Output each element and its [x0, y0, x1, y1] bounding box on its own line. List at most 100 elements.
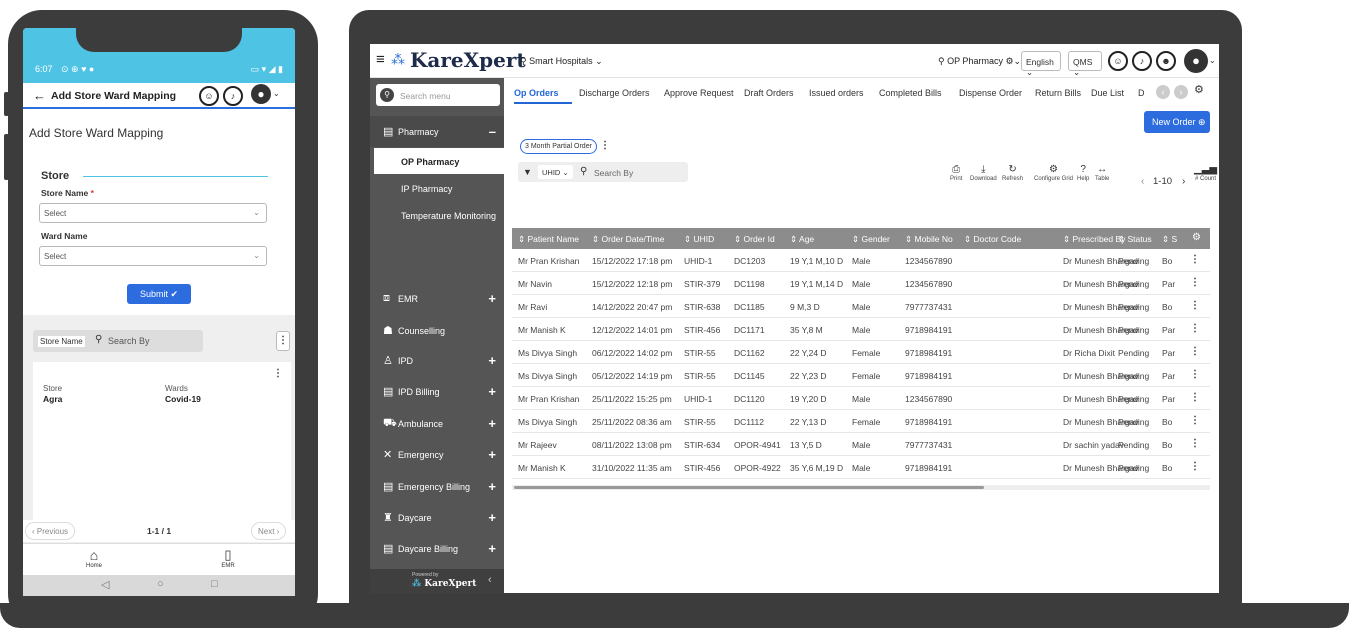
- card-menu-icon[interactable]: ⋮: [273, 368, 283, 379]
- tool-table[interactable]: ↔ Table: [1095, 164, 1109, 182]
- filter-chip[interactable]: 3 Month Partial Order: [520, 139, 597, 154]
- tool-configure-grid[interactable]: ⚙ Configure Grid: [1034, 164, 1073, 182]
- table-row[interactable]: Mr Rajeev 08/11/2022 13:08 pm STIR-634 OPOR…: [512, 433, 1210, 456]
- submenu-item-ip-pharmacy[interactable]: IP Pharmacy: [374, 175, 504, 201]
- sidebar-item-emergency-billing[interactable]: ▤ Emergency Billing +: [370, 471, 504, 502]
- tab-return-bills[interactable]: Return Bills: [1035, 88, 1081, 98]
- sidebar-item-pharmacy[interactable]: ▤ Pharmacy –: [370, 116, 504, 147]
- new-order-button[interactable]: New Order ⊕: [1144, 111, 1210, 133]
- hospital-selector[interactable]: ⚲ Smart Hospitals ⌄: [520, 56, 603, 67]
- column-header-status[interactable]: ⇕ Status: [1118, 234, 1152, 245]
- submit-button[interactable]: Submit ✔: [127, 284, 191, 304]
- sidebar-item-daycare[interactable]: ♜ Daycare +: [370, 502, 504, 533]
- language-select[interactable]: English ⌄: [1021, 51, 1061, 77]
- row-menu-icon[interactable]: ⋮: [1190, 369, 1200, 380]
- sidebar-item-emr[interactable]: ⧈ EMR +: [370, 283, 504, 314]
- hamburger-menu-icon[interactable]: ≡: [376, 51, 385, 68]
- table-row[interactable]: Mr Ravi 14/12/2022 20:47 pm STIR-638 DC1185…: [512, 295, 1210, 318]
- search-menu[interactable]: ⚲ Search menu: [376, 84, 500, 106]
- chevron-down-icon[interactable]: ⌄: [273, 89, 280, 98]
- column-header-order-id[interactable]: ⇕ Order Id: [734, 234, 775, 245]
- nav-emr[interactable]: ▯ EMR: [213, 547, 243, 569]
- user-avatar-icon[interactable]: ●: [251, 84, 271, 104]
- tab-due-list[interactable]: Due List: [1091, 88, 1124, 98]
- search-menu-input[interactable]: Search menu: [400, 91, 451, 101]
- search-bar[interactable]: Store Name ⚲ Search By: [33, 330, 203, 352]
- page-next-icon[interactable]: ›: [1182, 176, 1185, 187]
- page-prev-icon[interactable]: ‹: [1141, 176, 1144, 187]
- grid-settings-gear-icon[interactable]: ⚙: [1192, 232, 1201, 243]
- tab-completed-bills[interactable]: Completed Bills: [879, 88, 942, 98]
- submenu-item-temperature-monitoring[interactable]: Temperature Monitoring: [374, 202, 504, 228]
- tab-draft-orders[interactable]: Draft Orders: [744, 88, 794, 98]
- table-row[interactable]: Ms Divya Singh 05/12/2022 14:19 pm STIR-55…: [512, 364, 1210, 387]
- sidebar-item-ipd-billing[interactable]: ▤ IPD Billing +: [370, 376, 504, 407]
- submenu-item-op-pharmacy[interactable]: OP Pharmacy: [374, 148, 504, 174]
- location-selector[interactable]: ⚲ OP Pharmacy ⚙⌄: [938, 56, 1021, 67]
- row-menu-icon[interactable]: ⋮: [1190, 254, 1200, 265]
- tool-refresh[interactable]: ↻ Refresh: [1002, 164, 1023, 182]
- search-filter-field[interactable]: Store Name: [38, 336, 85, 347]
- row-menu-icon[interactable]: ⋮: [1190, 392, 1200, 403]
- row-menu-icon[interactable]: ⋮: [1190, 438, 1200, 449]
- tab-discharge-orders[interactable]: Discharge Orders: [579, 88, 650, 98]
- tab-d[interactable]: D: [1138, 88, 1145, 98]
- table-row[interactable]: Mr Manish K 12/12/2022 14:01 pm STIR-456 DC…: [512, 318, 1210, 341]
- column-header-gender[interactable]: ⇕ Gender: [852, 234, 890, 245]
- count-tool[interactable]: ▁▃▅ # Count: [1194, 164, 1217, 182]
- column-header-s[interactable]: ⇕ S: [1162, 234, 1177, 245]
- row-menu-icon[interactable]: ⋮: [1190, 277, 1200, 288]
- user-avatar-icon[interactable]: ●: [1184, 49, 1208, 73]
- table-row[interactable]: Mr Navin 15/12/2022 12:18 pm STIR-379 DC119…: [512, 272, 1210, 295]
- table-row[interactable]: Mr Manish K 31/10/2022 11:35 am STIR-456 OP…: [512, 456, 1210, 479]
- tab-issued-orders[interactable]: Issued orders: [809, 88, 864, 98]
- search-input[interactable]: Search By: [108, 336, 150, 346]
- next-button[interactable]: Next ›: [251, 522, 287, 540]
- store-name-select[interactable]: Select ⌄: [39, 203, 267, 223]
- row-menu-icon[interactable]: ⋮: [1190, 461, 1200, 472]
- support-icon[interactable]: ☺: [1108, 51, 1128, 71]
- settings-gear-icon[interactable]: ⚙: [1194, 83, 1204, 96]
- chevron-down-icon[interactable]: ⌄: [1209, 56, 1216, 65]
- column-header-doctor-code[interactable]: ⇕ Doctor Code: [964, 234, 1021, 245]
- tabs-next-icon[interactable]: ›: [1174, 85, 1188, 99]
- column-header-order-date-time[interactable]: ⇕ Order Date/Time: [592, 234, 664, 245]
- system-home-icon[interactable]: ○: [157, 578, 164, 590]
- tool-download[interactable]: ⤓ Download: [970, 164, 997, 182]
- tab-op-orders[interactable]: Op Orders: [514, 88, 559, 98]
- tool-print[interactable]: ⎙ Print: [950, 164, 962, 182]
- tab-approve-request[interactable]: Approve Request: [664, 88, 734, 98]
- column-header-patient-name[interactable]: ⇕ Patient Name: [518, 234, 579, 245]
- sidebar-item-daycare-billing[interactable]: ▤ Daycare Billing +: [370, 533, 504, 564]
- sidebar-item-emergency[interactable]: ✕ Emergency +: [370, 439, 504, 470]
- ward-name-select[interactable]: Select ⌄: [39, 246, 267, 266]
- column-header-mobile-no[interactable]: ⇕ Mobile No: [905, 234, 953, 245]
- nav-home[interactable]: ⌂ Home: [79, 547, 109, 569]
- sidebar-item-counselling[interactable]: ☗ Counselling: [370, 315, 504, 346]
- tool-help[interactable]: ? Help: [1077, 164, 1089, 182]
- system-back-icon[interactable]: ◁: [101, 578, 109, 591]
- row-menu-icon[interactable]: ⋮: [1190, 300, 1200, 311]
- column-header-prescribed-by[interactable]: ⇕ Prescribed By: [1063, 234, 1125, 245]
- tabs-prev-icon[interactable]: ‹: [1156, 85, 1170, 99]
- tab-dispense-order[interactable]: Dispense Order: [959, 88, 1022, 98]
- column-header-age[interactable]: ⇕ Age: [790, 234, 814, 245]
- table-row[interactable]: Ms Divya Singh 25/11/2022 08:36 am STIR-55…: [512, 410, 1210, 433]
- back-arrow-icon[interactable]: ←: [33, 88, 46, 103]
- sidebar-item-ipd[interactable]: ♙ IPD +: [370, 345, 504, 376]
- notification-bell-icon[interactable]: ♪: [1132, 51, 1152, 71]
- horizontal-scrollbar-track[interactable]: [512, 485, 1210, 490]
- sidebar-item-ambulance[interactable]: ⛟ Ambulance +: [370, 408, 504, 439]
- search-field-select[interactable]: UHID ⌄: [538, 165, 573, 179]
- filter-icon[interactable]: ▼: [523, 167, 532, 177]
- previous-button[interactable]: ‹ Previous: [25, 522, 76, 540]
- row-menu-icon[interactable]: ⋮: [1190, 415, 1200, 426]
- notification-bell-icon[interactable]: ♪: [223, 86, 243, 106]
- row-menu-icon[interactable]: ⋮: [1190, 323, 1200, 334]
- table-row[interactable]: Mr Pran Krishan 25/11/2022 15:25 pm UHID-1…: [512, 387, 1210, 410]
- row-menu-icon[interactable]: ⋮: [1190, 346, 1200, 357]
- qms-select[interactable]: QMS ⌄: [1068, 51, 1102, 77]
- collapse-sidebar-icon[interactable]: ‹: [488, 574, 492, 586]
- more-options-icon[interactable]: ⋮: [276, 331, 290, 351]
- grid-search-input[interactable]: Search By: [594, 168, 633, 178]
